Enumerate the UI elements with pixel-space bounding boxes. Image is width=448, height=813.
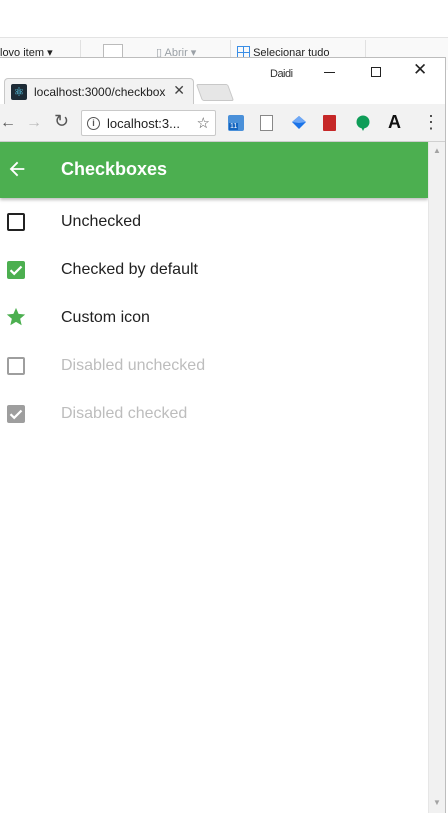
title-bar: ⚛ localhost:3000/checkbox ✕ Daidi ✕ bbox=[0, 58, 445, 104]
checkbox-label: Disabled unchecked bbox=[61, 357, 206, 374]
maximize-icon[interactable] bbox=[371, 67, 381, 77]
checkbox-label[interactable]: Custom icon bbox=[61, 309, 150, 327]
check-icon bbox=[9, 409, 23, 420]
url-text: localhost:3... bbox=[107, 115, 180, 131]
checkbox-disabled-checked bbox=[7, 405, 25, 423]
tab-title: localhost:3000/checkbox bbox=[34, 84, 166, 99]
app-bar: Checkboxes bbox=[0, 142, 428, 198]
address-bar[interactable]: i localhost:3... ☆ bbox=[81, 110, 216, 136]
browser-toolbar: ← → ↻ i localhost:3... ☆ 11 A ⋮ bbox=[0, 104, 445, 142]
back-arrow-icon[interactable] bbox=[6, 158, 28, 180]
calculator-extension-icon[interactable]: 11 bbox=[228, 115, 244, 131]
checkbox-row-checked[interactable]: Checked by default bbox=[0, 246, 428, 294]
evernote-extension-icon[interactable] bbox=[355, 115, 371, 131]
checkbox-list: Unchecked Checked by default Custom icon… bbox=[0, 198, 428, 438]
checkbox-label[interactable]: Unchecked bbox=[61, 213, 141, 231]
bookmark-star-icon[interactable]: ☆ bbox=[197, 114, 210, 132]
checkbox-row-custom[interactable]: Custom icon bbox=[0, 294, 428, 342]
window-close-icon[interactable]: ✕ bbox=[413, 60, 427, 80]
menu-kebab-icon[interactable]: ⋮ bbox=[422, 112, 440, 132]
minimize-icon[interactable] bbox=[324, 72, 335, 73]
checkbox-label[interactable]: Checked by default bbox=[61, 261, 198, 279]
screen: lovo item ▾ ▯ Abrir ▾ Selecionar tudo ⚛ … bbox=[0, 0, 448, 813]
reload-icon[interactable]: ↻ bbox=[54, 111, 69, 131]
back-nav-icon[interactable]: ← bbox=[0, 113, 16, 133]
check-icon bbox=[9, 265, 23, 276]
tab-close-icon[interactable]: ✕ bbox=[173, 82, 185, 99]
checkbox-row-unchecked[interactable]: Unchecked bbox=[0, 198, 428, 246]
page-title: Checkboxes bbox=[61, 159, 168, 179]
checkbox-row-disabled-checked: Disabled checked bbox=[0, 390, 428, 438]
info-icon[interactable]: i bbox=[87, 116, 100, 130]
extension-badge: 11 bbox=[229, 123, 239, 130]
diamond-extension-icon[interactable] bbox=[291, 115, 307, 131]
new-tab-button[interactable] bbox=[195, 84, 235, 101]
react-icon: ⚛ bbox=[11, 83, 27, 100]
star-icon[interactable] bbox=[5, 306, 27, 328]
forward-nav-icon[interactable]: → bbox=[26, 113, 42, 133]
font-extension-icon[interactable]: A bbox=[388, 112, 404, 132]
scroll-down-icon[interactable]: ▼ bbox=[433, 798, 441, 807]
page-extension-icon[interactable] bbox=[260, 115, 273, 131]
profile-name[interactable]: Daidi bbox=[270, 68, 293, 80]
checkbox-unchecked[interactable] bbox=[7, 213, 25, 231]
checkbox-checked[interactable] bbox=[7, 261, 25, 279]
scroll-up-icon[interactable]: ▲ bbox=[433, 146, 441, 155]
book-extension-icon[interactable] bbox=[323, 115, 336, 131]
checkbox-label: Disabled checked bbox=[61, 405, 188, 422]
vertical-scrollbar[interactable]: ▲ ▼ bbox=[428, 142, 445, 813]
browser-tab[interactable]: ⚛ localhost:3000/checkbox ✕ bbox=[4, 78, 194, 104]
checkbox-row-disabled-unchecked: Disabled unchecked bbox=[0, 342, 428, 390]
checkbox-disabled-unchecked bbox=[7, 357, 25, 375]
